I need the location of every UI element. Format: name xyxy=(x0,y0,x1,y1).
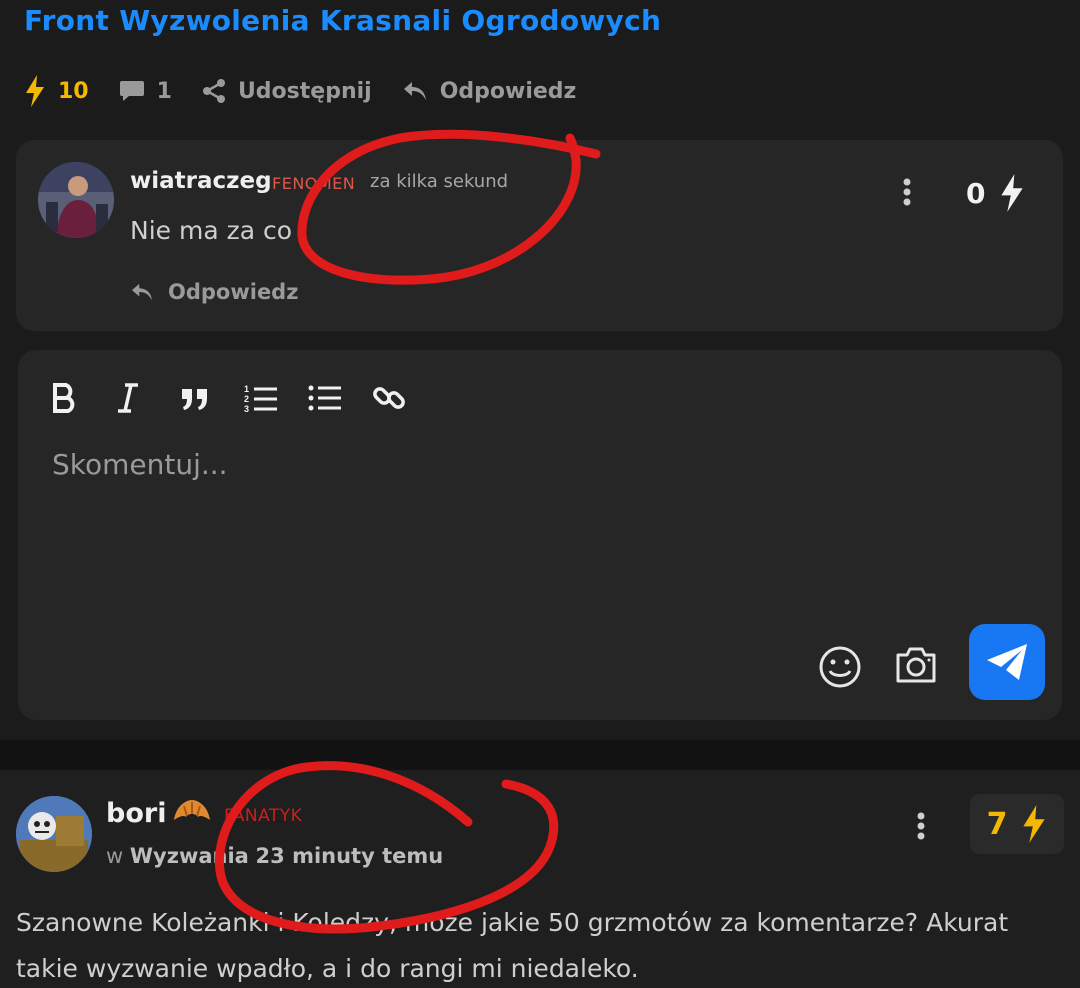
ordered-list-icon[interactable]: 123 xyxy=(244,378,308,418)
bullet-list-icon[interactable] xyxy=(308,378,372,418)
post-username[interactable]: bori xyxy=(106,798,166,829)
send-button[interactable] xyxy=(969,624,1045,700)
bold-icon[interactable] xyxy=(52,378,116,418)
reply-label: Odpowiedz xyxy=(439,78,577,104)
post-text: Szanowne Koleżanki i Koledzy, może jakie… xyxy=(16,908,1009,983)
svg-text:2: 2 xyxy=(244,394,249,404)
post-meta: w Wyzwania 23 minuty temu xyxy=(106,844,443,868)
comment-reply-button[interactable]: Odpowiedz xyxy=(130,280,298,304)
send-icon xyxy=(987,644,1027,680)
quote-icon[interactable] xyxy=(180,378,244,418)
bolt-icon xyxy=(1023,805,1046,843)
camera-icon[interactable] xyxy=(894,645,938,689)
reply-button[interactable]: Odpowiedz xyxy=(402,78,577,104)
post-score-value: 7 xyxy=(986,806,1008,842)
post-rank-badge: FANATYK xyxy=(224,806,303,826)
bolt-icon xyxy=(1001,174,1024,212)
editor-toolbar: 123 xyxy=(52,378,436,418)
post-card: bori FANATYK w Wyzwania 23 minuty temu 7… xyxy=(0,770,1080,988)
comment-card: wiatraczeg FENOMEN za kilka sekund Nie m… xyxy=(16,140,1063,331)
share-label: Udostępnij xyxy=(237,78,372,104)
comment-count: 1 xyxy=(156,78,172,104)
bolt-icon xyxy=(26,75,44,107)
comment-score-value: 0 xyxy=(966,176,986,210)
meta-prefix: w xyxy=(106,844,124,868)
post-score[interactable]: 7 xyxy=(970,794,1064,854)
post-actions-bar: 10 1 Udostępnij Odpowiedz xyxy=(24,70,606,112)
share-icon xyxy=(202,79,225,103)
comment-score[interactable]: 0 xyxy=(966,172,1025,214)
section-divider xyxy=(0,740,1080,770)
comment-icon xyxy=(119,81,144,101)
more-vertical-icon[interactable] xyxy=(915,812,927,844)
comment-editor: 123 xyxy=(18,350,1062,720)
comment-reply-label: Odpowiedz xyxy=(168,280,299,304)
group-title[interactable]: Front Wyzwolenia Krasnali Ogrodowych xyxy=(24,4,661,37)
reply-icon xyxy=(403,82,426,100)
bolt-count: 10 xyxy=(58,78,89,104)
avatar[interactable] xyxy=(16,796,92,872)
share-button[interactable]: Udostępnij xyxy=(202,78,372,104)
svg-text:1: 1 xyxy=(244,384,249,394)
svg-text:3: 3 xyxy=(244,404,249,414)
bolt-action[interactable]: 10 xyxy=(24,74,89,108)
comment-text: Nie ma za co xyxy=(130,216,293,245)
reply-icon xyxy=(132,283,152,301)
comment-timestamp: za kilka sekund xyxy=(370,171,509,192)
comment-username[interactable]: wiatraczeg xyxy=(130,168,272,194)
post-timestamp: 23 minuty temu xyxy=(255,844,444,868)
post-group-link[interactable]: Wyzwania xyxy=(130,844,249,868)
comments-action[interactable]: 1 xyxy=(119,79,172,104)
italic-icon[interactable] xyxy=(116,378,180,418)
comment-input[interactable] xyxy=(52,448,952,481)
avatar[interactable] xyxy=(38,162,114,238)
croissant-icon xyxy=(170,796,214,834)
link-icon[interactable] xyxy=(372,378,436,418)
comment-rank-badge: FENOMEN xyxy=(272,174,356,193)
more-vertical-icon[interactable] xyxy=(901,178,913,210)
emoji-icon[interactable] xyxy=(818,645,862,693)
